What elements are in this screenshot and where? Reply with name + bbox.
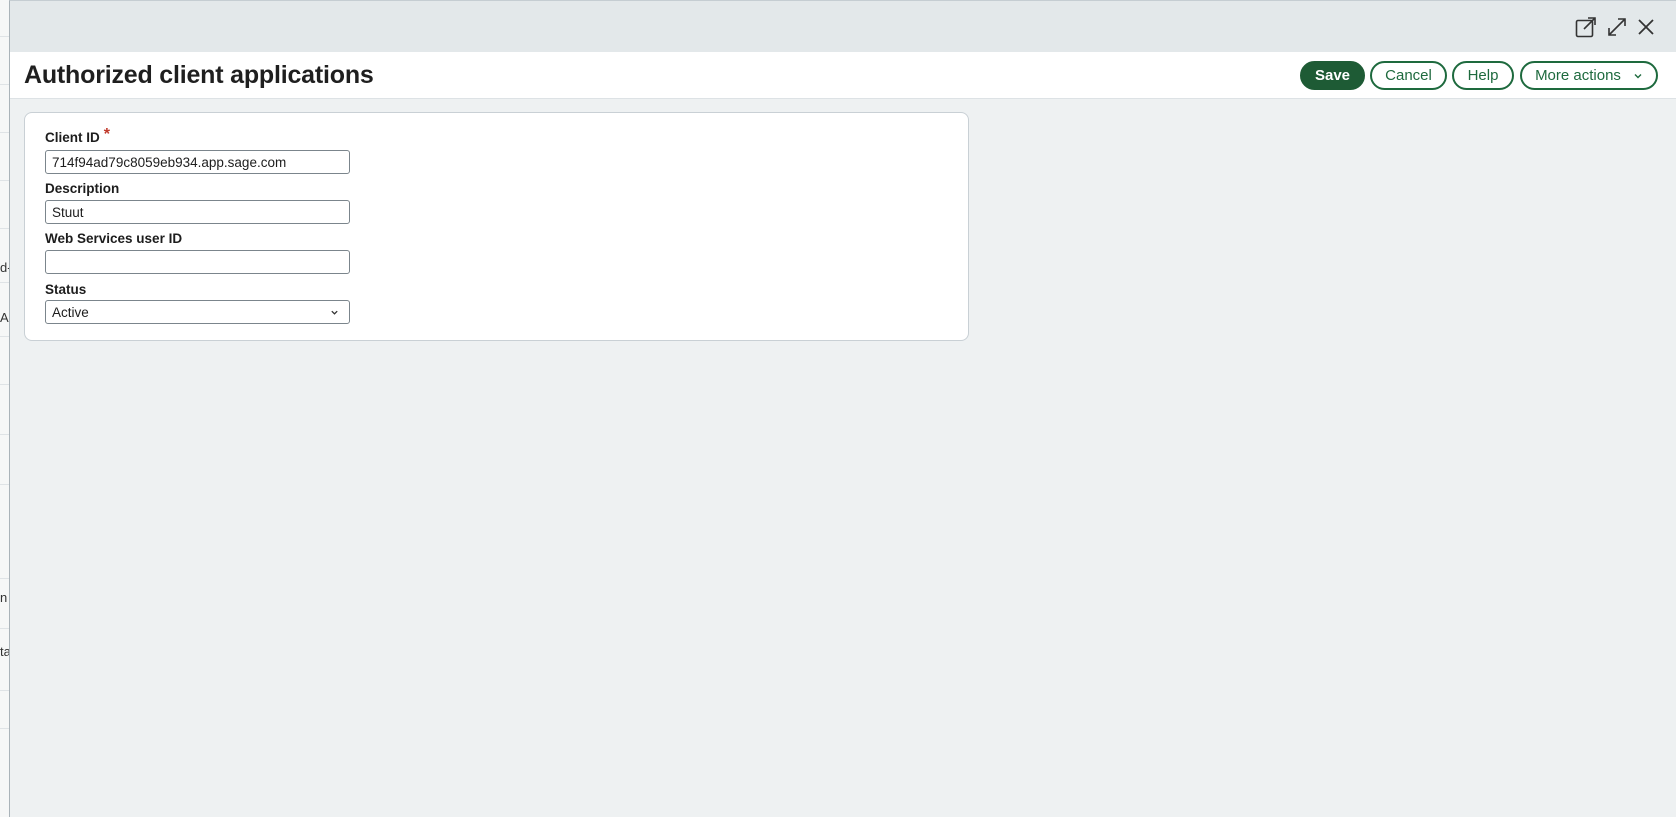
chevron-down-icon (1634, 73, 1642, 78)
description-label: Description (45, 181, 120, 196)
open-in-new-window-icon[interactable] (1573, 14, 1599, 40)
description-field[interactable]: Stuut (45, 200, 350, 224)
status-select[interactable]: Active (45, 300, 350, 324)
help-button-label: Help (1467, 67, 1499, 84)
background-text: A (0, 310, 9, 325)
save-button[interactable]: Save (1300, 61, 1365, 90)
status-value: Active (52, 304, 89, 320)
client-id-field[interactable]: 714f94ad79c8059eb934.app.sage.com (45, 150, 350, 174)
client-id-label-text: Client ID (45, 130, 100, 145)
client-application-form: Client ID * 714f94ad79c8059eb934.app.sage… (24, 112, 969, 341)
more-actions-button[interactable]: More actions (1520, 61, 1658, 90)
client-id-value: 714f94ad79c8059eb934.app.sage.com (52, 154, 287, 170)
save-button-label: Save (1314, 67, 1351, 84)
required-indicator: * (103, 126, 110, 143)
web-services-user-id-field[interactable] (45, 250, 350, 274)
dialog-header: Authorized client applications Save Canc… (10, 52, 1676, 99)
description-value: Stuut (52, 204, 84, 220)
more-actions-button-label: More actions (1535, 67, 1621, 84)
background-text: n (0, 590, 8, 605)
status-label: Status (45, 282, 87, 297)
help-button[interactable]: Help (1452, 61, 1514, 90)
chevron-down-icon (331, 310, 338, 315)
close-icon[interactable] (1633, 14, 1659, 40)
dialog: Authorized client applications Save Canc… (9, 0, 1676, 817)
cancel-button[interactable]: Cancel (1370, 61, 1447, 90)
page-title: Authorized client applications (24, 61, 374, 89)
client-id-label: Client ID * (45, 126, 110, 147)
dialog-title-bar (10, 1, 1676, 52)
web-services-user-id-label: Web Services user ID (45, 231, 183, 246)
cancel-button-label: Cancel (1385, 67, 1432, 84)
expand-icon[interactable] (1604, 14, 1630, 40)
